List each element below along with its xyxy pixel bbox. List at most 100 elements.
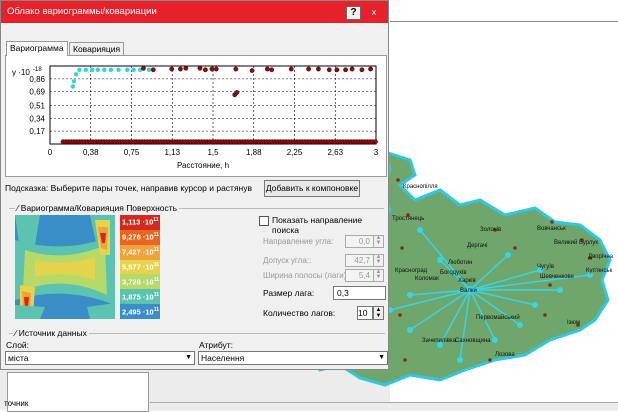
x-tick-label: 1,88 [246, 148, 262, 157]
y-tick-label: 0,34 [29, 114, 45, 123]
variogram-plot: 0 0,38 0,75 1,13 1,5 1,88 2,25 2,63 3 0,17 0,34 0,5… [12, 65, 379, 170]
x-tick-label: 3 [374, 148, 379, 157]
tolerance-input[interactable]: 42,7 [345, 254, 374, 267]
data-point-selected [146, 67, 152, 72]
data-point [306, 66, 312, 72]
x-tick-label: 0,75 [124, 148, 140, 157]
help-button[interactable]: ? [346, 6, 361, 20]
dialog-titlebar[interactable]: Облако вариограммы/ковариации ? x [1, 1, 388, 23]
city-label: Золочів [480, 227, 502, 233]
show-direction-label: Показать направление поиска [272, 215, 363, 235]
city-label: Куп'янськ [586, 268, 613, 274]
bandwidth-label: Ширина полосы (лаги): [263, 271, 349, 280]
data-point [368, 66, 373, 72]
legend-label-exponent: 11 [153, 261, 159, 268]
legend-label-exponent: 11 [153, 232, 159, 239]
city-label: Люботин [448, 260, 473, 266]
data-point [373, 139, 378, 145]
city-label: Красноград [395, 268, 428, 274]
legend-color-swatch: 2,495 ·1011 [120, 304, 160, 319]
data-point-selected [131, 67, 136, 72]
data-point-selected [71, 78, 77, 84]
city-label: Вовчанськ [537, 226, 566, 232]
legend-color-swatch: 5,577 ·1011 [120, 259, 160, 275]
y-tick-label: 0,17 [29, 127, 45, 136]
chevron-down-icon: ▼ [185, 354, 192, 361]
tolerance-stepper[interactable]: ▲ ▼ [373, 254, 384, 267]
legend-color-swatch: 3,726 ·1011 [120, 274, 160, 290]
x-tick-label: 0,38 [83, 148, 99, 157]
lag-size-input[interactable]: 0,3 [333, 286, 386, 300]
y-tick-label: 0,51 [29, 101, 45, 110]
add-to-layout-button[interactable]: Добавить к компоновке [264, 180, 360, 197]
data-point [316, 66, 321, 72]
tab-variogram[interactable]: Вариограмма [6, 41, 68, 56]
legend-label: 9,278 ·1011 [122, 232, 159, 242]
city-label: Первомайський [476, 315, 520, 321]
lag-count-stepper[interactable]: ▲ ▼ [373, 306, 384, 320]
legend-label: 1,875 ·1011 [122, 291, 159, 302]
chevron-down-icon: ▼ [378, 354, 385, 361]
data-point [197, 65, 203, 71]
city-label: Дергачі [467, 243, 488, 249]
lag-count-label: Количество лагов: [263, 308, 336, 318]
layer-select[interactable]: міста ▼ [5, 351, 195, 365]
surface-legend: 1,113 ·1011 9,278 ·1011 7,427 ·1011 5,577 ·… [120, 215, 160, 319]
lag-count-input[interactable]: 10 [357, 306, 373, 320]
attribute-label: Атрибут: [199, 340, 234, 350]
data-point-selected [73, 72, 79, 77]
y-axis-label: γ ·10 [12, 68, 30, 77]
data-point [334, 67, 340, 73]
data-point-selected [95, 67, 101, 72]
angle-input[interactable]: 0,0 [345, 235, 374, 248]
angle-label: Направление угла: [263, 237, 334, 246]
data-point [359, 67, 365, 73]
tab-covariance[interactable]: Коварияция [69, 42, 125, 56]
variogram-surface[interactable] [15, 215, 115, 319]
legend-label: 5,577 ·1011 [122, 261, 159, 272]
legend-color-swatch: 1,113 ·1011 [120, 215, 160, 230]
show-direction-checkbox[interactable] [259, 216, 269, 226]
data-point [213, 66, 219, 72]
city-label: Великий Бурлук [554, 240, 598, 246]
city-label: Богодухів [440, 270, 467, 276]
city-label: Краснопілля [403, 184, 438, 190]
variogram-cloud-dialog: Облако вариограммы/ковариации ? x Вариог… [0, 0, 389, 370]
x-axis-label: Расстояние, h [177, 161, 229, 170]
close-button[interactable]: x [365, 5, 383, 19]
data-point-selected [116, 67, 121, 72]
plot-area [49, 65, 377, 145]
layer-label: Слой: [6, 340, 30, 350]
x-tick-label: 2,63 [327, 148, 343, 157]
data-point-selected [102, 67, 107, 72]
layer-select-value: міста [8, 353, 29, 363]
legend-label: 7,427 ·1011 [122, 247, 159, 257]
city-label: Чугуїв [537, 264, 555, 270]
data-point-selected [77, 67, 82, 72]
data-point-selected [90, 67, 95, 72]
tolerance-label: Допуск угла:: [263, 256, 312, 265]
city-label: Тростянець [392, 216, 425, 222]
data-point [233, 66, 239, 72]
bandwidth-stepper[interactable]: ▲ ▼ [373, 269, 384, 282]
data-point [183, 65, 189, 71]
variogram-chart[interactable]: 0 0,38 0,75 1,13 1,5 1,88 2,25 2,63 3 0,17 0,34 0,5… [5, 55, 387, 177]
data-point-selected [83, 67, 89, 72]
surface-group-title: ∕ Вариограмма/Коварияция Поверхность [15, 203, 180, 213]
angle-stepper[interactable]: ▲ ▼ [373, 235, 384, 248]
data-point-selected [70, 84, 76, 89]
attribute-select[interactable]: Населення ▼ [198, 351, 388, 365]
x-tick-label: 1,5 [207, 148, 219, 157]
bandwidth-input[interactable]: 5,4 [345, 269, 374, 282]
background-toolbar [390, 7, 618, 22]
city-label: Валки [460, 288, 477, 294]
lag-size-label: Размер лага: [263, 288, 315, 298]
legend-color-swatch: 9,278 ·1011 [120, 229, 160, 245]
data-point [288, 66, 294, 72]
city-label: Зачепилівка [422, 338, 457, 344]
attribute-select-value: Населення [201, 353, 245, 363]
data-point [326, 67, 332, 73]
surface-title-text: Вариограмма/Коварияция Поверхность [20, 203, 178, 213]
y-axis-label-exponent: -18 [33, 67, 42, 73]
data-point [249, 68, 255, 73]
